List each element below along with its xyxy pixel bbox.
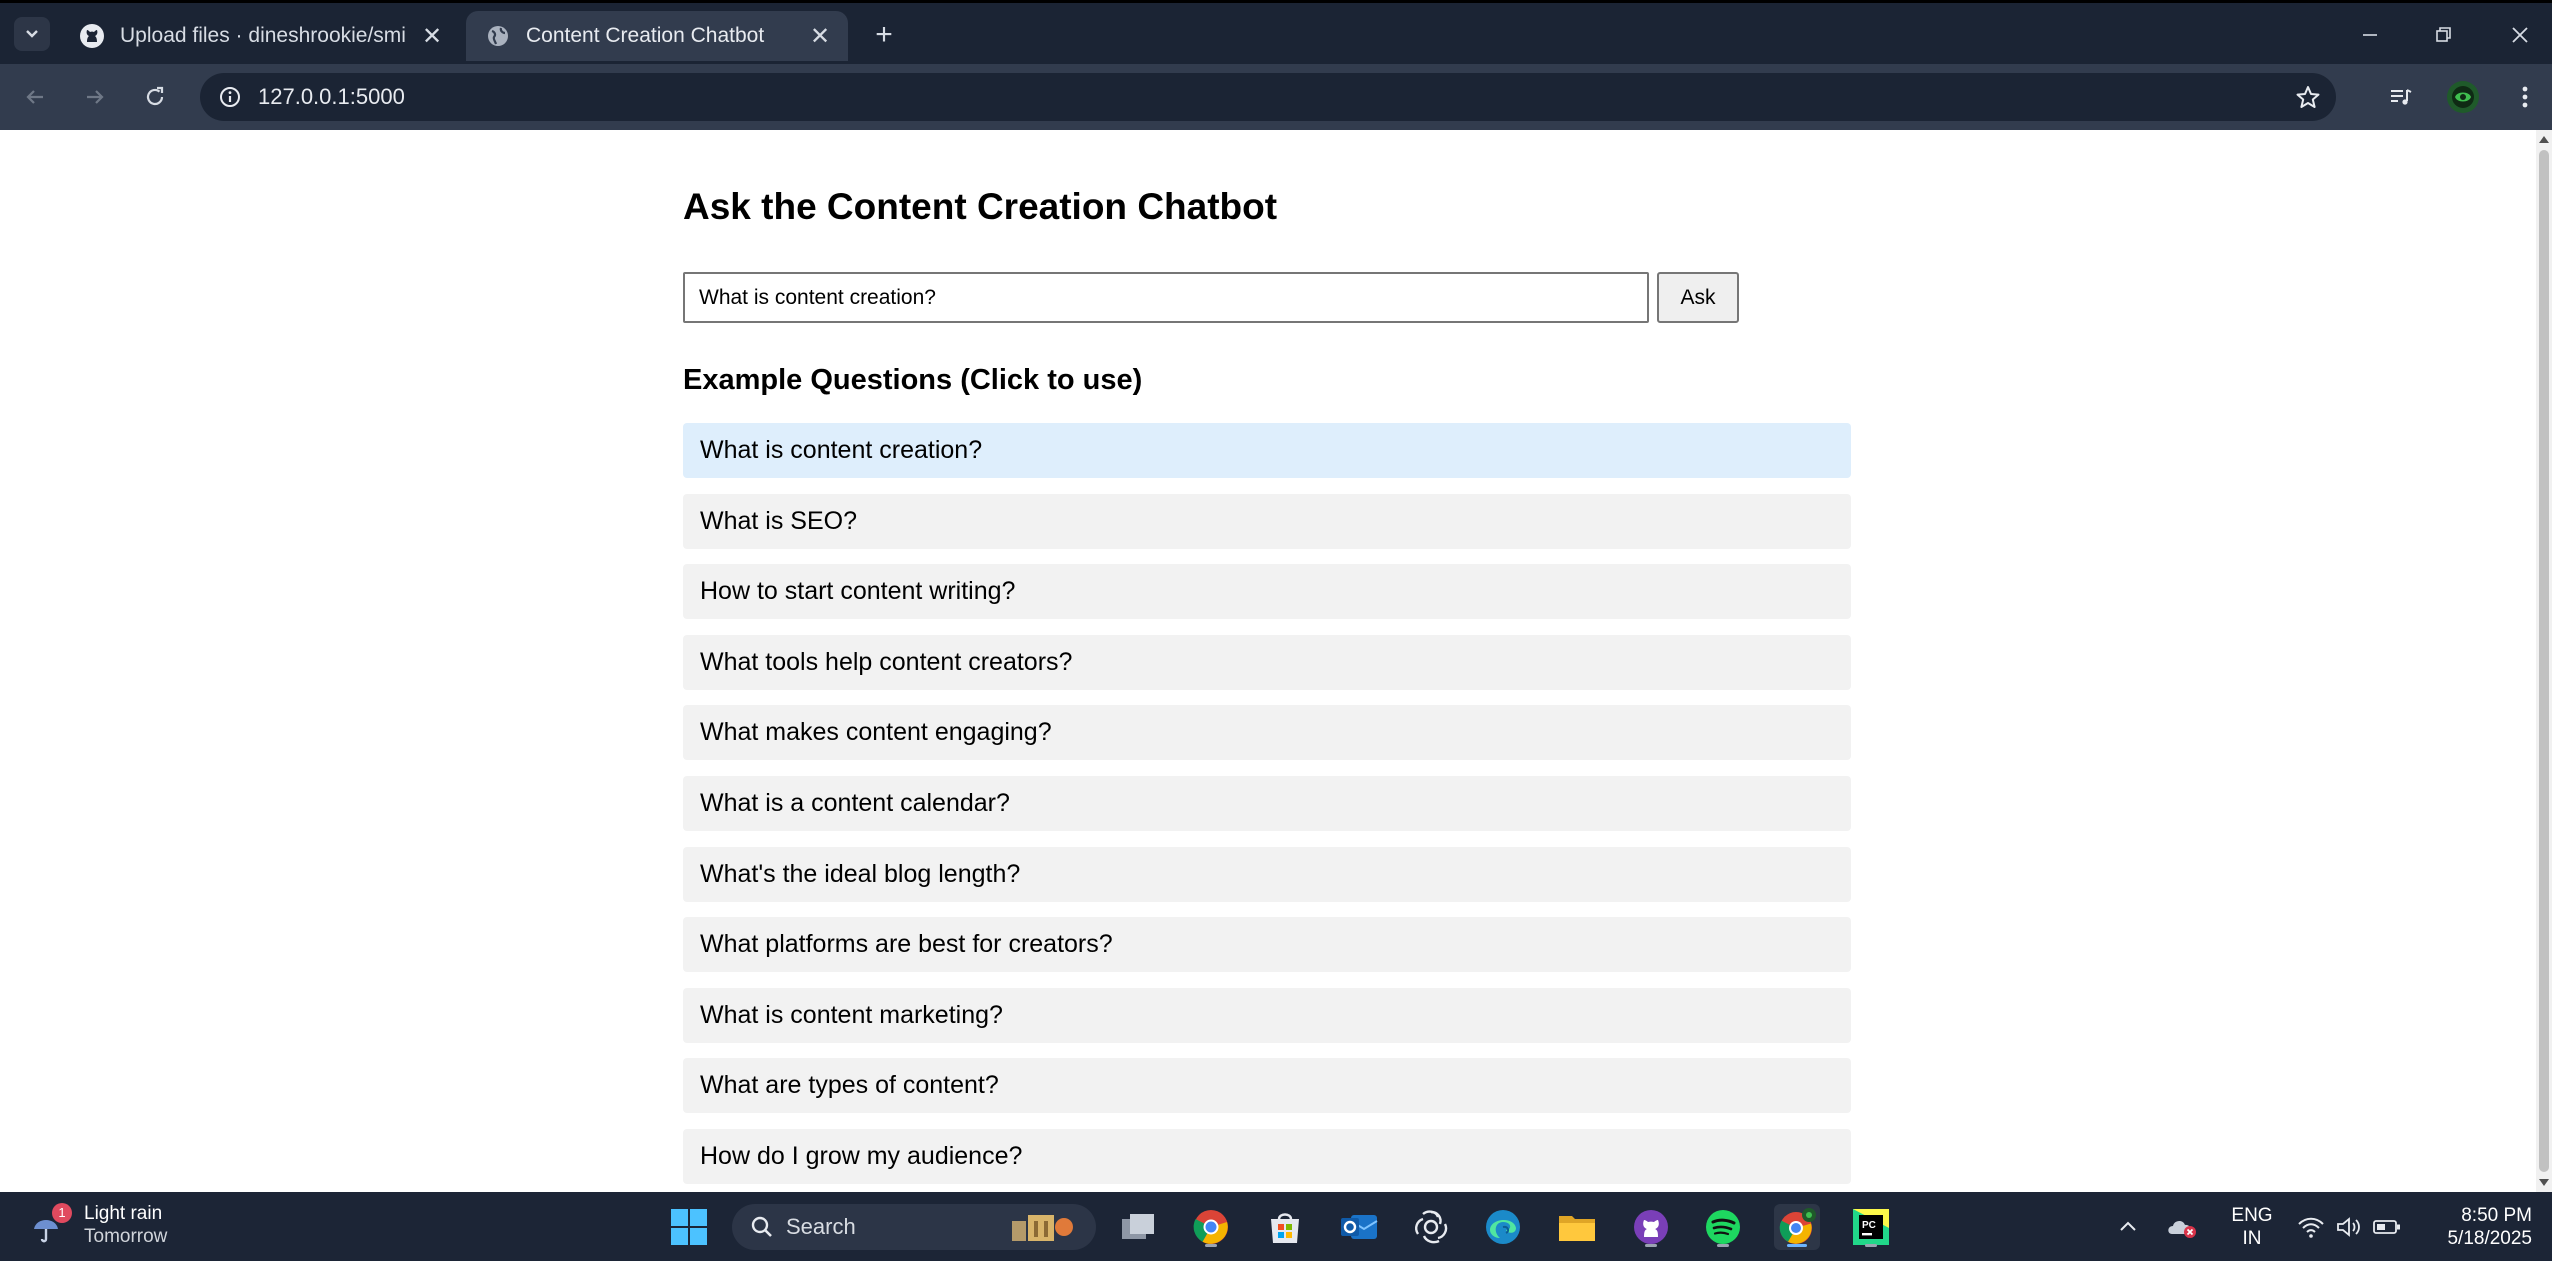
outlook-icon[interactable] (1336, 1204, 1382, 1250)
example-question[interactable]: What platforms are best for creators? (683, 917, 1851, 973)
svg-text:PC: PC (1862, 1220, 1876, 1231)
running-indicator (1865, 1244, 1877, 1247)
active-indicator (1787, 1244, 1807, 1247)
umbrella-icon: 1 (30, 1203, 74, 1247)
ask-button[interactable]: Ask (1657, 272, 1739, 323)
close-icon[interactable]: ✕ (418, 22, 446, 50)
minimize-icon[interactable] (2340, 13, 2400, 57)
question-input[interactable] (683, 272, 1649, 323)
search-icon (751, 1216, 772, 1237)
microsoft-store-icon[interactable] (1262, 1204, 1308, 1250)
clock-time: 8:50 PM (2461, 1205, 2532, 1226)
scroll-up-arrow-icon[interactable] (2539, 136, 2549, 143)
browser-toolbar: 127.0.0.1:5000 (0, 64, 2552, 130)
example-question[interactable]: What's the ideal blog length? (683, 846, 1851, 902)
tab-upload-files[interactable]: Upload files · dineshrookie/smi ✕ (60, 11, 460, 61)
weather-subtitle: Tomorrow (84, 1226, 168, 1247)
page-scrollbar[interactable] (2536, 130, 2552, 1192)
clock-date: 5/18/2025 (2447, 1228, 2532, 1249)
spotify-icon[interactable] (1700, 1204, 1746, 1250)
running-indicator (1205, 1244, 1217, 1247)
bookmark-star-icon[interactable] (2292, 81, 2324, 113)
page-title: Ask the Content Creation Chatbot (683, 186, 1278, 227)
search-label: Search (786, 1214, 856, 1239)
reload-icon[interactable] (134, 76, 176, 118)
chrome-icon[interactable] (1188, 1204, 1234, 1250)
file-explorer-icon[interactable] (1554, 1204, 1600, 1250)
address-bar[interactable]: 127.0.0.1:5000 (200, 73, 2336, 121)
tab-title: Upload files · dineshrookie/smi (120, 24, 406, 47)
volume-icon[interactable] (2332, 1204, 2366, 1250)
example-questions-list: What is content creation? What is SEO? H… (683, 423, 1851, 1192)
chrome-profile-icon[interactable] (1774, 1204, 1820, 1250)
example-question[interactable]: How to start content writing? (683, 564, 1851, 620)
forward-arrow-icon[interactable] (74, 76, 116, 118)
onedrive-error-icon[interactable] (2162, 1204, 2202, 1250)
restore-icon[interactable] (2414, 13, 2474, 57)
example-question[interactable]: What is content creation? (683, 423, 1851, 478)
example-question[interactable]: How do I grow my audience? (683, 1128, 1851, 1184)
tab-strip: Upload files · dineshrookie/smi ✕ Conten… (0, 0, 2552, 64)
search-highlight-icon (1012, 1215, 1073, 1241)
pycharm-icon[interactable]: PC (1848, 1204, 1894, 1250)
language-code: ENG (2231, 1205, 2273, 1226)
wifi-icon[interactable] (2294, 1204, 2328, 1250)
scrollbar-thumb[interactable] (2539, 150, 2549, 1172)
input-language[interactable]: ENG IN (2230, 1204, 2274, 1250)
profile-avatar-icon[interactable] (2442, 76, 2484, 118)
chatgpt-icon[interactable] (1408, 1204, 1454, 1250)
task-view-icon[interactable] (1116, 1204, 1162, 1250)
github-desktop-icon[interactable] (1628, 1204, 1674, 1250)
globe-icon (484, 22, 512, 50)
chevron-up-icon[interactable] (2110, 1204, 2146, 1250)
example-question[interactable]: What is SEO? (683, 493, 1851, 549)
tab-content-creation-chatbot[interactable]: Content Creation Chatbot ✕ (466, 11, 848, 61)
chevron-down-icon (26, 30, 38, 38)
window-close-icon[interactable] (2490, 13, 2550, 57)
example-question[interactable]: What is a content calendar? (683, 775, 1851, 831)
example-question[interactable]: What is content marketing? (683, 987, 1851, 1043)
battery-icon[interactable] (2370, 1204, 2404, 1250)
back-arrow-icon[interactable] (14, 76, 56, 118)
scroll-down-arrow-icon[interactable] (2539, 1179, 2549, 1186)
page-viewport: Ask the Content Creation Chatbot Ask Exa… (0, 130, 2536, 1192)
windows-taskbar: 1 Light rain Tomorrow Search PC ENG IN 8… (0, 1192, 2552, 1261)
tab-title: Content Creation Chatbot (526, 24, 765, 47)
media-control-icon[interactable] (2380, 76, 2422, 118)
url-text: 127.0.0.1:5000 (258, 84, 405, 109)
site-info-icon[interactable] (208, 75, 252, 119)
close-icon[interactable]: ✕ (806, 22, 834, 50)
running-indicator (1717, 1244, 1729, 1247)
example-question[interactable]: What are types of content? (683, 1058, 1851, 1114)
github-icon (78, 22, 106, 50)
menu-kebab-icon[interactable] (2504, 76, 2546, 118)
tab-search-button[interactable] (14, 17, 50, 51)
weather-title: Light rain (84, 1203, 163, 1224)
edge-icon[interactable] (1480, 1204, 1526, 1250)
example-question[interactable]: What tools help content creators? (683, 634, 1851, 690)
examples-heading: Example Questions (Click to use) (683, 364, 1143, 396)
system-clock[interactable]: 8:50 PM 5/18/2025 (2422, 1204, 2532, 1250)
weather-badge: 1 (52, 1203, 72, 1223)
windows-start-icon[interactable] (666, 1204, 712, 1250)
taskbar-search-box[interactable]: Search (732, 1204, 1096, 1250)
running-indicator (1645, 1244, 1657, 1247)
region-code: IN (2242, 1228, 2262, 1249)
new-tab-plus-icon[interactable]: + (866, 17, 902, 53)
weather-widget[interactable]: 1 Light rain Tomorrow (30, 1202, 167, 1248)
example-question[interactable]: What makes content engaging? (683, 705, 1851, 761)
